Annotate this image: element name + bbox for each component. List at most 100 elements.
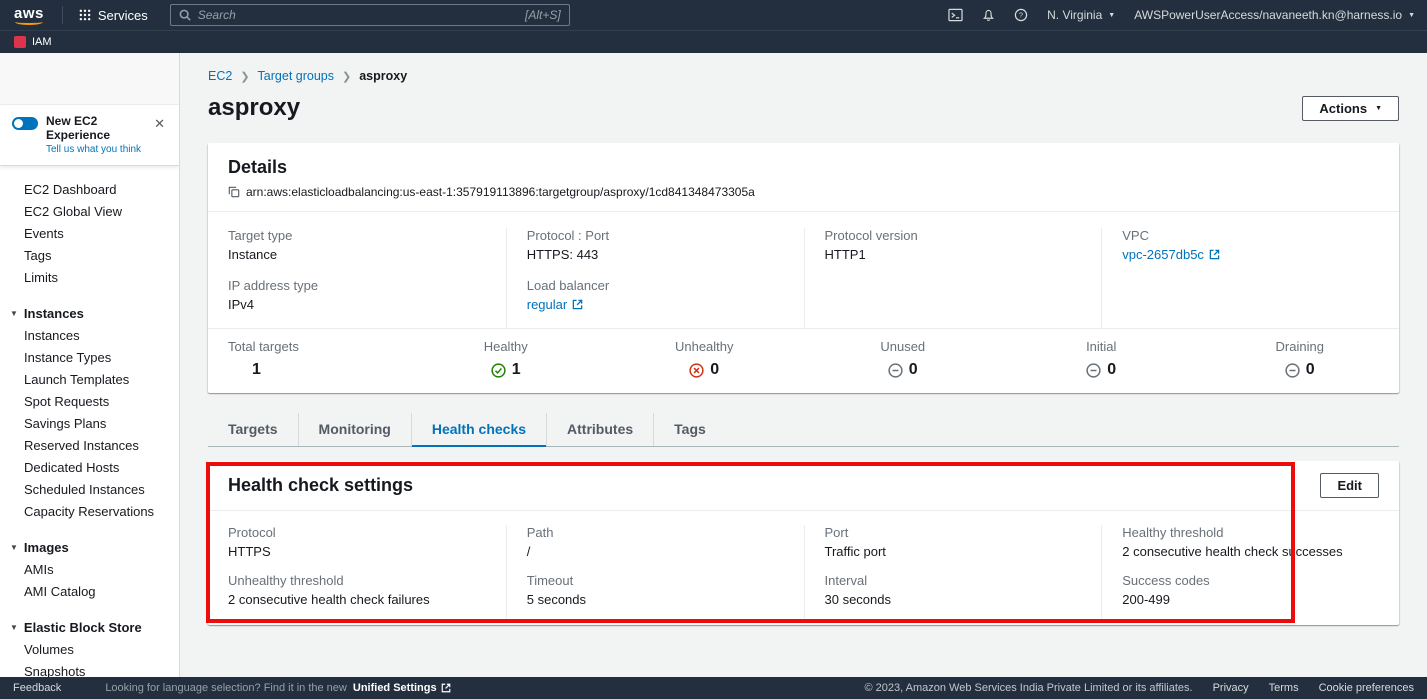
field-value: HTTPS (228, 544, 486, 559)
sidebar-item-ec2-dashboard[interactable]: EC2 Dashboard (0, 179, 179, 201)
sidebar-item-snapshots[interactable]: Snapshots (0, 661, 179, 677)
field-ip-address-type: IP address type IPv4 (228, 278, 486, 312)
sidebar-group-instances-heading[interactable]: ▼ Instances (0, 302, 179, 325)
close-icon[interactable]: ✕ (150, 114, 169, 134)
svg-text:?: ? (1019, 11, 1023, 20)
region-selector[interactable]: N. Virginia ▼ (1047, 8, 1115, 22)
sidebar-item-limits[interactable]: Limits (0, 267, 179, 289)
pinned-service-iam[interactable]: IAM (32, 36, 52, 48)
field-label: IP address type (228, 278, 486, 293)
edit-button[interactable]: Edit (1320, 473, 1379, 498)
health-check-settings-card: Health check settings Edit Protocol HTTP… (208, 461, 1399, 625)
sidebar-top-spacer (0, 53, 179, 105)
stat-initial: Initial 0 (1002, 339, 1201, 379)
tab-health-checks[interactable]: Health checks (411, 413, 546, 446)
sidebar-item-instances[interactable]: Instances (0, 325, 179, 347)
sidebar-item-capacity-reservations[interactable]: Capacity Reservations (0, 501, 179, 523)
services-menu[interactable]: Services (73, 8, 154, 23)
terms-link[interactable]: Terms (1269, 682, 1299, 694)
stat-value: 1 (512, 361, 521, 379)
sidebar-item-events[interactable]: Events (0, 223, 179, 245)
new-experience-toggle[interactable] (12, 117, 38, 130)
breadcrumb: EC2 ❯ Target groups ❯ asproxy (208, 53, 1399, 83)
account-menu[interactable]: AWSPowerUserAccess/navaneeth.kn@harness.… (1134, 8, 1415, 22)
sidebar-item-amis[interactable]: AMIs (0, 559, 179, 581)
sidebar-group-images-heading[interactable]: ▼ Images (0, 536, 179, 559)
breadcrumb-current: asproxy (359, 69, 407, 83)
healthy-check-icon (491, 363, 506, 378)
chevron-down-icon: ▼ (10, 309, 18, 318)
sidebar-group-ebs-heading[interactable]: ▼ Elastic Block Store (0, 616, 179, 639)
feedback-link[interactable]: Feedback (13, 682, 61, 694)
sidebar-item-scheduled-instances[interactable]: Scheduled Instances (0, 479, 179, 501)
aws-logo[interactable]: aws (12, 5, 52, 26)
notifications-bell-icon[interactable] (982, 8, 995, 22)
external-link-icon (441, 683, 451, 693)
global-search[interactable]: [Alt+S] (170, 4, 570, 26)
stat-value: 0 (1306, 361, 1315, 379)
vpc-link[interactable]: vpc-2657db5c (1122, 247, 1220, 262)
cookie-preferences-link[interactable]: Cookie preferences (1319, 682, 1414, 694)
field-interval: Interval 30 seconds (825, 573, 1082, 607)
field-value: 5 seconds (527, 592, 784, 607)
link-label: regular (527, 297, 567, 312)
sidebar-item-launch-templates[interactable]: Launch Templates (0, 369, 179, 391)
stat-value: 0 (710, 361, 719, 379)
field-value: IPv4 (228, 297, 486, 312)
unified-settings-link[interactable]: Unified Settings (353, 682, 451, 694)
field-value: 2 consecutive health check successes (1122, 544, 1379, 559)
page-title: asproxy (208, 94, 300, 122)
target-health-summary: Total targets 1 Healthy 1 Unhealthy 0 Un… (208, 328, 1399, 393)
sidebar-item-instance-types[interactable]: Instance Types (0, 347, 179, 369)
field-label: Target type (228, 228, 486, 243)
breadcrumb-target-groups[interactable]: Target groups (258, 69, 334, 83)
chevron-down-icon: ▼ (1108, 12, 1115, 19)
divider (62, 6, 63, 24)
tab-targets[interactable]: Targets (208, 413, 298, 446)
sidebar-item-reserved-instances[interactable]: Reserved Instances (0, 435, 179, 457)
tab-tags[interactable]: Tags (653, 413, 726, 446)
sidebar-item-ami-catalog[interactable]: AMI Catalog (0, 581, 179, 603)
unhealthy-x-icon (689, 363, 704, 378)
chevron-down-icon: ▼ (1375, 105, 1382, 112)
services-grid-icon (79, 9, 91, 21)
load-balancer-link[interactable]: regular (527, 297, 583, 312)
sidebar-item-tags[interactable]: Tags (0, 245, 179, 267)
search-input[interactable] (198, 8, 518, 22)
cloudshell-icon[interactable] (948, 8, 963, 22)
stat-label: Draining (1201, 339, 1400, 354)
sidebar-navigation: EC2 Dashboard EC2 Global View Events Tag… (0, 166, 179, 677)
actions-button[interactable]: Actions ▼ (1302, 96, 1399, 121)
help-icon[interactable]: ? (1014, 8, 1028, 22)
field-value: / (527, 544, 784, 559)
breadcrumb-ec2[interactable]: EC2 (208, 69, 232, 83)
tab-attributes[interactable]: Attributes (546, 413, 653, 446)
field-value: HTTP1 (825, 247, 1082, 262)
new-experience-subtitle[interactable]: Tell us what you think (46, 144, 142, 155)
breadcrumb-separator: ❯ (342, 70, 351, 83)
sidebar: New EC2 Experience Tell us what you thin… (0, 53, 180, 677)
field-label: Unhealthy threshold (228, 573, 486, 588)
sidebar-item-spot-requests[interactable]: Spot Requests (0, 391, 179, 413)
field-path: Path / (527, 525, 784, 559)
header-utilities: ? N. Virginia ▼ AWSPowerUserAccess/navan… (948, 8, 1415, 22)
stat-label: Initial (1002, 339, 1201, 354)
stat-healthy: Healthy 1 (407, 339, 606, 379)
sidebar-item-volumes[interactable]: Volumes (0, 639, 179, 661)
field-label: Success codes (1122, 573, 1379, 588)
privacy-link[interactable]: Privacy (1213, 682, 1249, 694)
tab-monitoring[interactable]: Monitoring (298, 413, 411, 446)
new-experience-title: New EC2 Experience (46, 114, 142, 142)
stat-label: Unused (804, 339, 1003, 354)
unified-settings-label: Unified Settings (353, 682, 437, 694)
copyright-text: © 2023, Amazon Web Services India Privat… (865, 682, 1193, 694)
sidebar-item-savings-plans[interactable]: Savings Plans (0, 413, 179, 435)
health-check-settings-title: Health check settings (228, 475, 413, 496)
neutral-minus-icon (1086, 363, 1101, 378)
sidebar-item-ec2-global-view[interactable]: EC2 Global View (0, 201, 179, 223)
copy-icon[interactable] (228, 186, 240, 198)
search-shortcut: [Alt+S] (525, 8, 561, 22)
sidebar-item-dedicated-hosts[interactable]: Dedicated Hosts (0, 457, 179, 479)
field-target-type: Target type Instance (228, 228, 486, 262)
field-vpc: VPC vpc-2657db5c (1122, 228, 1379, 262)
